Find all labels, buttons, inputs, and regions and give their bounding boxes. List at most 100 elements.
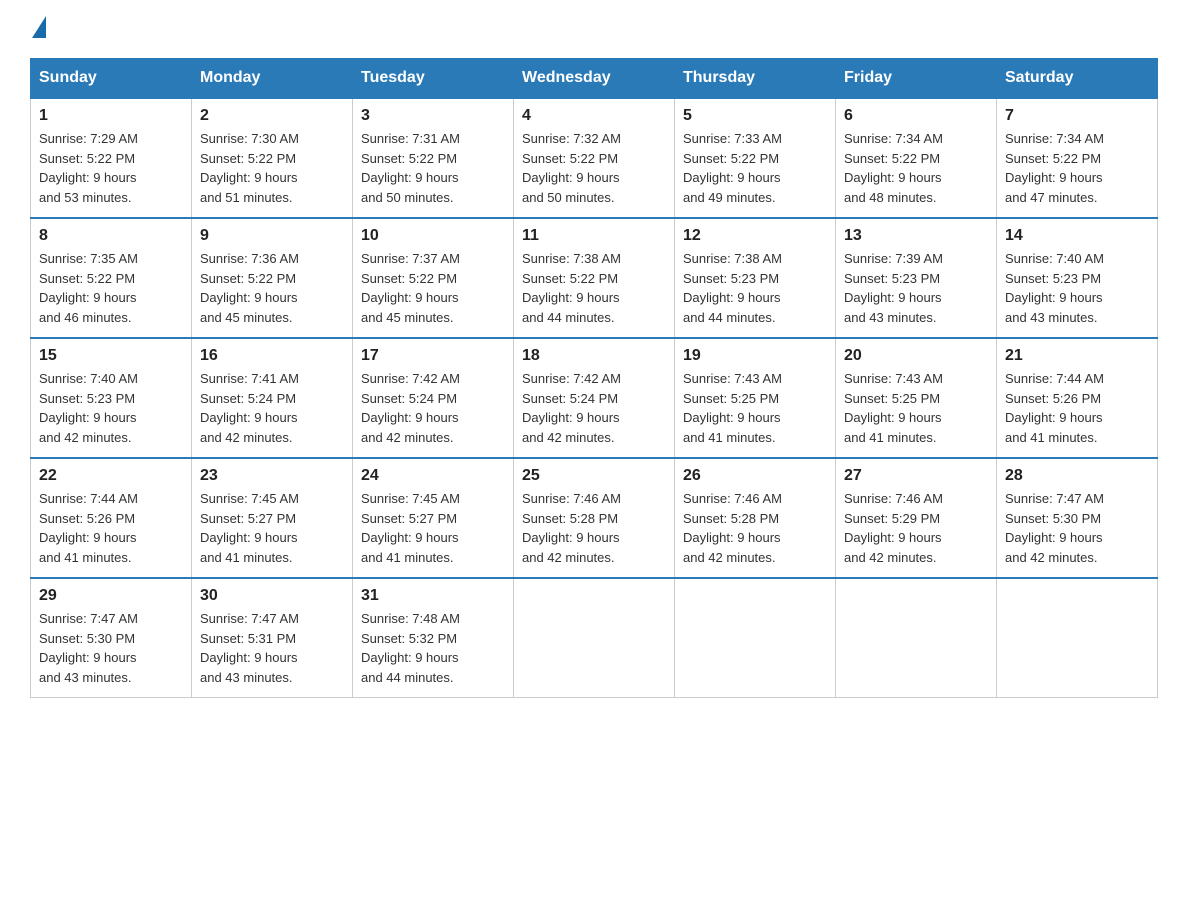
calendar-day-cell: 3 Sunrise: 7:31 AM Sunset: 5:22 PM Dayli…: [353, 98, 514, 218]
calendar-header-row: SundayMondayTuesdayWednesdayThursdayFrid…: [31, 59, 1158, 99]
day-info: Sunrise: 7:32 AM Sunset: 5:22 PM Dayligh…: [522, 131, 621, 205]
day-info: Sunrise: 7:48 AM Sunset: 5:32 PM Dayligh…: [361, 611, 460, 685]
day-number: 29: [39, 587, 183, 605]
calendar-week-row: 8 Sunrise: 7:35 AM Sunset: 5:22 PM Dayli…: [31, 218, 1158, 338]
calendar-day-cell: 4 Sunrise: 7:32 AM Sunset: 5:22 PM Dayli…: [514, 98, 675, 218]
day-info: Sunrise: 7:33 AM Sunset: 5:22 PM Dayligh…: [683, 131, 782, 205]
calendar-day-cell: [997, 578, 1158, 698]
calendar-day-cell: 16 Sunrise: 7:41 AM Sunset: 5:24 PM Dayl…: [192, 338, 353, 458]
day-info: Sunrise: 7:41 AM Sunset: 5:24 PM Dayligh…: [200, 371, 299, 445]
day-number: 11: [522, 227, 666, 245]
calendar-day-cell: 6 Sunrise: 7:34 AM Sunset: 5:22 PM Dayli…: [836, 98, 997, 218]
day-number: 12: [683, 227, 827, 245]
day-info: Sunrise: 7:47 AM Sunset: 5:31 PM Dayligh…: [200, 611, 299, 685]
calendar-day-cell: [836, 578, 997, 698]
day-info: Sunrise: 7:42 AM Sunset: 5:24 PM Dayligh…: [361, 371, 460, 445]
day-info: Sunrise: 7:38 AM Sunset: 5:23 PM Dayligh…: [683, 251, 782, 325]
calendar-table: SundayMondayTuesdayWednesdayThursdayFrid…: [30, 58, 1158, 698]
calendar-day-cell: 26 Sunrise: 7:46 AM Sunset: 5:28 PM Dayl…: [675, 458, 836, 578]
day-info: Sunrise: 7:47 AM Sunset: 5:30 PM Dayligh…: [1005, 491, 1104, 565]
weekday-header: Monday: [192, 59, 353, 99]
calendar-week-row: 15 Sunrise: 7:40 AM Sunset: 5:23 PM Dayl…: [31, 338, 1158, 458]
day-number: 10: [361, 227, 505, 245]
weekday-header: Saturday: [997, 59, 1158, 99]
weekday-header: Sunday: [31, 59, 192, 99]
day-info: Sunrise: 7:39 AM Sunset: 5:23 PM Dayligh…: [844, 251, 943, 325]
calendar-day-cell: 27 Sunrise: 7:46 AM Sunset: 5:29 PM Dayl…: [836, 458, 997, 578]
calendar-day-cell: [675, 578, 836, 698]
calendar-day-cell: 29 Sunrise: 7:47 AM Sunset: 5:30 PM Dayl…: [31, 578, 192, 698]
day-number: 13: [844, 227, 988, 245]
day-number: 25: [522, 467, 666, 485]
calendar-day-cell: 8 Sunrise: 7:35 AM Sunset: 5:22 PM Dayli…: [31, 218, 192, 338]
day-info: Sunrise: 7:45 AM Sunset: 5:27 PM Dayligh…: [200, 491, 299, 565]
calendar-day-cell: 2 Sunrise: 7:30 AM Sunset: 5:22 PM Dayli…: [192, 98, 353, 218]
day-info: Sunrise: 7:34 AM Sunset: 5:22 PM Dayligh…: [844, 131, 943, 205]
day-number: 8: [39, 227, 183, 245]
calendar-day-cell: 9 Sunrise: 7:36 AM Sunset: 5:22 PM Dayli…: [192, 218, 353, 338]
calendar-day-cell: 7 Sunrise: 7:34 AM Sunset: 5:22 PM Dayli…: [997, 98, 1158, 218]
day-info: Sunrise: 7:43 AM Sunset: 5:25 PM Dayligh…: [683, 371, 782, 445]
day-number: 19: [683, 347, 827, 365]
day-number: 4: [522, 107, 666, 125]
day-number: 7: [1005, 107, 1149, 125]
day-number: 9: [200, 227, 344, 245]
day-number: 28: [1005, 467, 1149, 485]
logo: [30, 20, 46, 38]
page-header: [30, 20, 1158, 38]
calendar-day-cell: 21 Sunrise: 7:44 AM Sunset: 5:26 PM Dayl…: [997, 338, 1158, 458]
weekday-header: Thursday: [675, 59, 836, 99]
calendar-week-row: 29 Sunrise: 7:47 AM Sunset: 5:30 PM Dayl…: [31, 578, 1158, 698]
day-number: 23: [200, 467, 344, 485]
calendar-day-cell: 10 Sunrise: 7:37 AM Sunset: 5:22 PM Dayl…: [353, 218, 514, 338]
day-number: 27: [844, 467, 988, 485]
day-info: Sunrise: 7:46 AM Sunset: 5:29 PM Dayligh…: [844, 491, 943, 565]
day-info: Sunrise: 7:40 AM Sunset: 5:23 PM Dayligh…: [1005, 251, 1104, 325]
calendar-day-cell: 22 Sunrise: 7:44 AM Sunset: 5:26 PM Dayl…: [31, 458, 192, 578]
day-number: 31: [361, 587, 505, 605]
day-info: Sunrise: 7:43 AM Sunset: 5:25 PM Dayligh…: [844, 371, 943, 445]
day-number: 26: [683, 467, 827, 485]
day-number: 5: [683, 107, 827, 125]
day-info: Sunrise: 7:45 AM Sunset: 5:27 PM Dayligh…: [361, 491, 460, 565]
day-info: Sunrise: 7:40 AM Sunset: 5:23 PM Dayligh…: [39, 371, 138, 445]
calendar-day-cell: 17 Sunrise: 7:42 AM Sunset: 5:24 PM Dayl…: [353, 338, 514, 458]
day-info: Sunrise: 7:46 AM Sunset: 5:28 PM Dayligh…: [522, 491, 621, 565]
calendar-day-cell: [514, 578, 675, 698]
calendar-day-cell: 20 Sunrise: 7:43 AM Sunset: 5:25 PM Dayl…: [836, 338, 997, 458]
calendar-day-cell: 12 Sunrise: 7:38 AM Sunset: 5:23 PM Dayl…: [675, 218, 836, 338]
day-number: 18: [522, 347, 666, 365]
calendar-week-row: 1 Sunrise: 7:29 AM Sunset: 5:22 PM Dayli…: [31, 98, 1158, 218]
day-info: Sunrise: 7:36 AM Sunset: 5:22 PM Dayligh…: [200, 251, 299, 325]
calendar-day-cell: 15 Sunrise: 7:40 AM Sunset: 5:23 PM Dayl…: [31, 338, 192, 458]
calendar-day-cell: 5 Sunrise: 7:33 AM Sunset: 5:22 PM Dayli…: [675, 98, 836, 218]
day-info: Sunrise: 7:31 AM Sunset: 5:22 PM Dayligh…: [361, 131, 460, 205]
calendar-day-cell: 23 Sunrise: 7:45 AM Sunset: 5:27 PM Dayl…: [192, 458, 353, 578]
day-number: 21: [1005, 347, 1149, 365]
day-number: 6: [844, 107, 988, 125]
day-info: Sunrise: 7:46 AM Sunset: 5:28 PM Dayligh…: [683, 491, 782, 565]
day-info: Sunrise: 7:44 AM Sunset: 5:26 PM Dayligh…: [1005, 371, 1104, 445]
calendar-day-cell: 1 Sunrise: 7:29 AM Sunset: 5:22 PM Dayli…: [31, 98, 192, 218]
day-number: 14: [1005, 227, 1149, 245]
day-info: Sunrise: 7:34 AM Sunset: 5:22 PM Dayligh…: [1005, 131, 1104, 205]
day-info: Sunrise: 7:35 AM Sunset: 5:22 PM Dayligh…: [39, 251, 138, 325]
calendar-day-cell: 30 Sunrise: 7:47 AM Sunset: 5:31 PM Dayl…: [192, 578, 353, 698]
day-number: 22: [39, 467, 183, 485]
weekday-header: Friday: [836, 59, 997, 99]
day-number: 2: [200, 107, 344, 125]
calendar-day-cell: 24 Sunrise: 7:45 AM Sunset: 5:27 PM Dayl…: [353, 458, 514, 578]
day-info: Sunrise: 7:44 AM Sunset: 5:26 PM Dayligh…: [39, 491, 138, 565]
day-info: Sunrise: 7:38 AM Sunset: 5:22 PM Dayligh…: [522, 251, 621, 325]
day-number: 3: [361, 107, 505, 125]
calendar-day-cell: 25 Sunrise: 7:46 AM Sunset: 5:28 PM Dayl…: [514, 458, 675, 578]
calendar-day-cell: 31 Sunrise: 7:48 AM Sunset: 5:32 PM Dayl…: [353, 578, 514, 698]
calendar-day-cell: 18 Sunrise: 7:42 AM Sunset: 5:24 PM Dayl…: [514, 338, 675, 458]
weekday-header: Tuesday: [353, 59, 514, 99]
calendar-day-cell: 11 Sunrise: 7:38 AM Sunset: 5:22 PM Dayl…: [514, 218, 675, 338]
day-info: Sunrise: 7:42 AM Sunset: 5:24 PM Dayligh…: [522, 371, 621, 445]
weekday-header: Wednesday: [514, 59, 675, 99]
day-number: 24: [361, 467, 505, 485]
day-info: Sunrise: 7:30 AM Sunset: 5:22 PM Dayligh…: [200, 131, 299, 205]
day-info: Sunrise: 7:29 AM Sunset: 5:22 PM Dayligh…: [39, 131, 138, 205]
